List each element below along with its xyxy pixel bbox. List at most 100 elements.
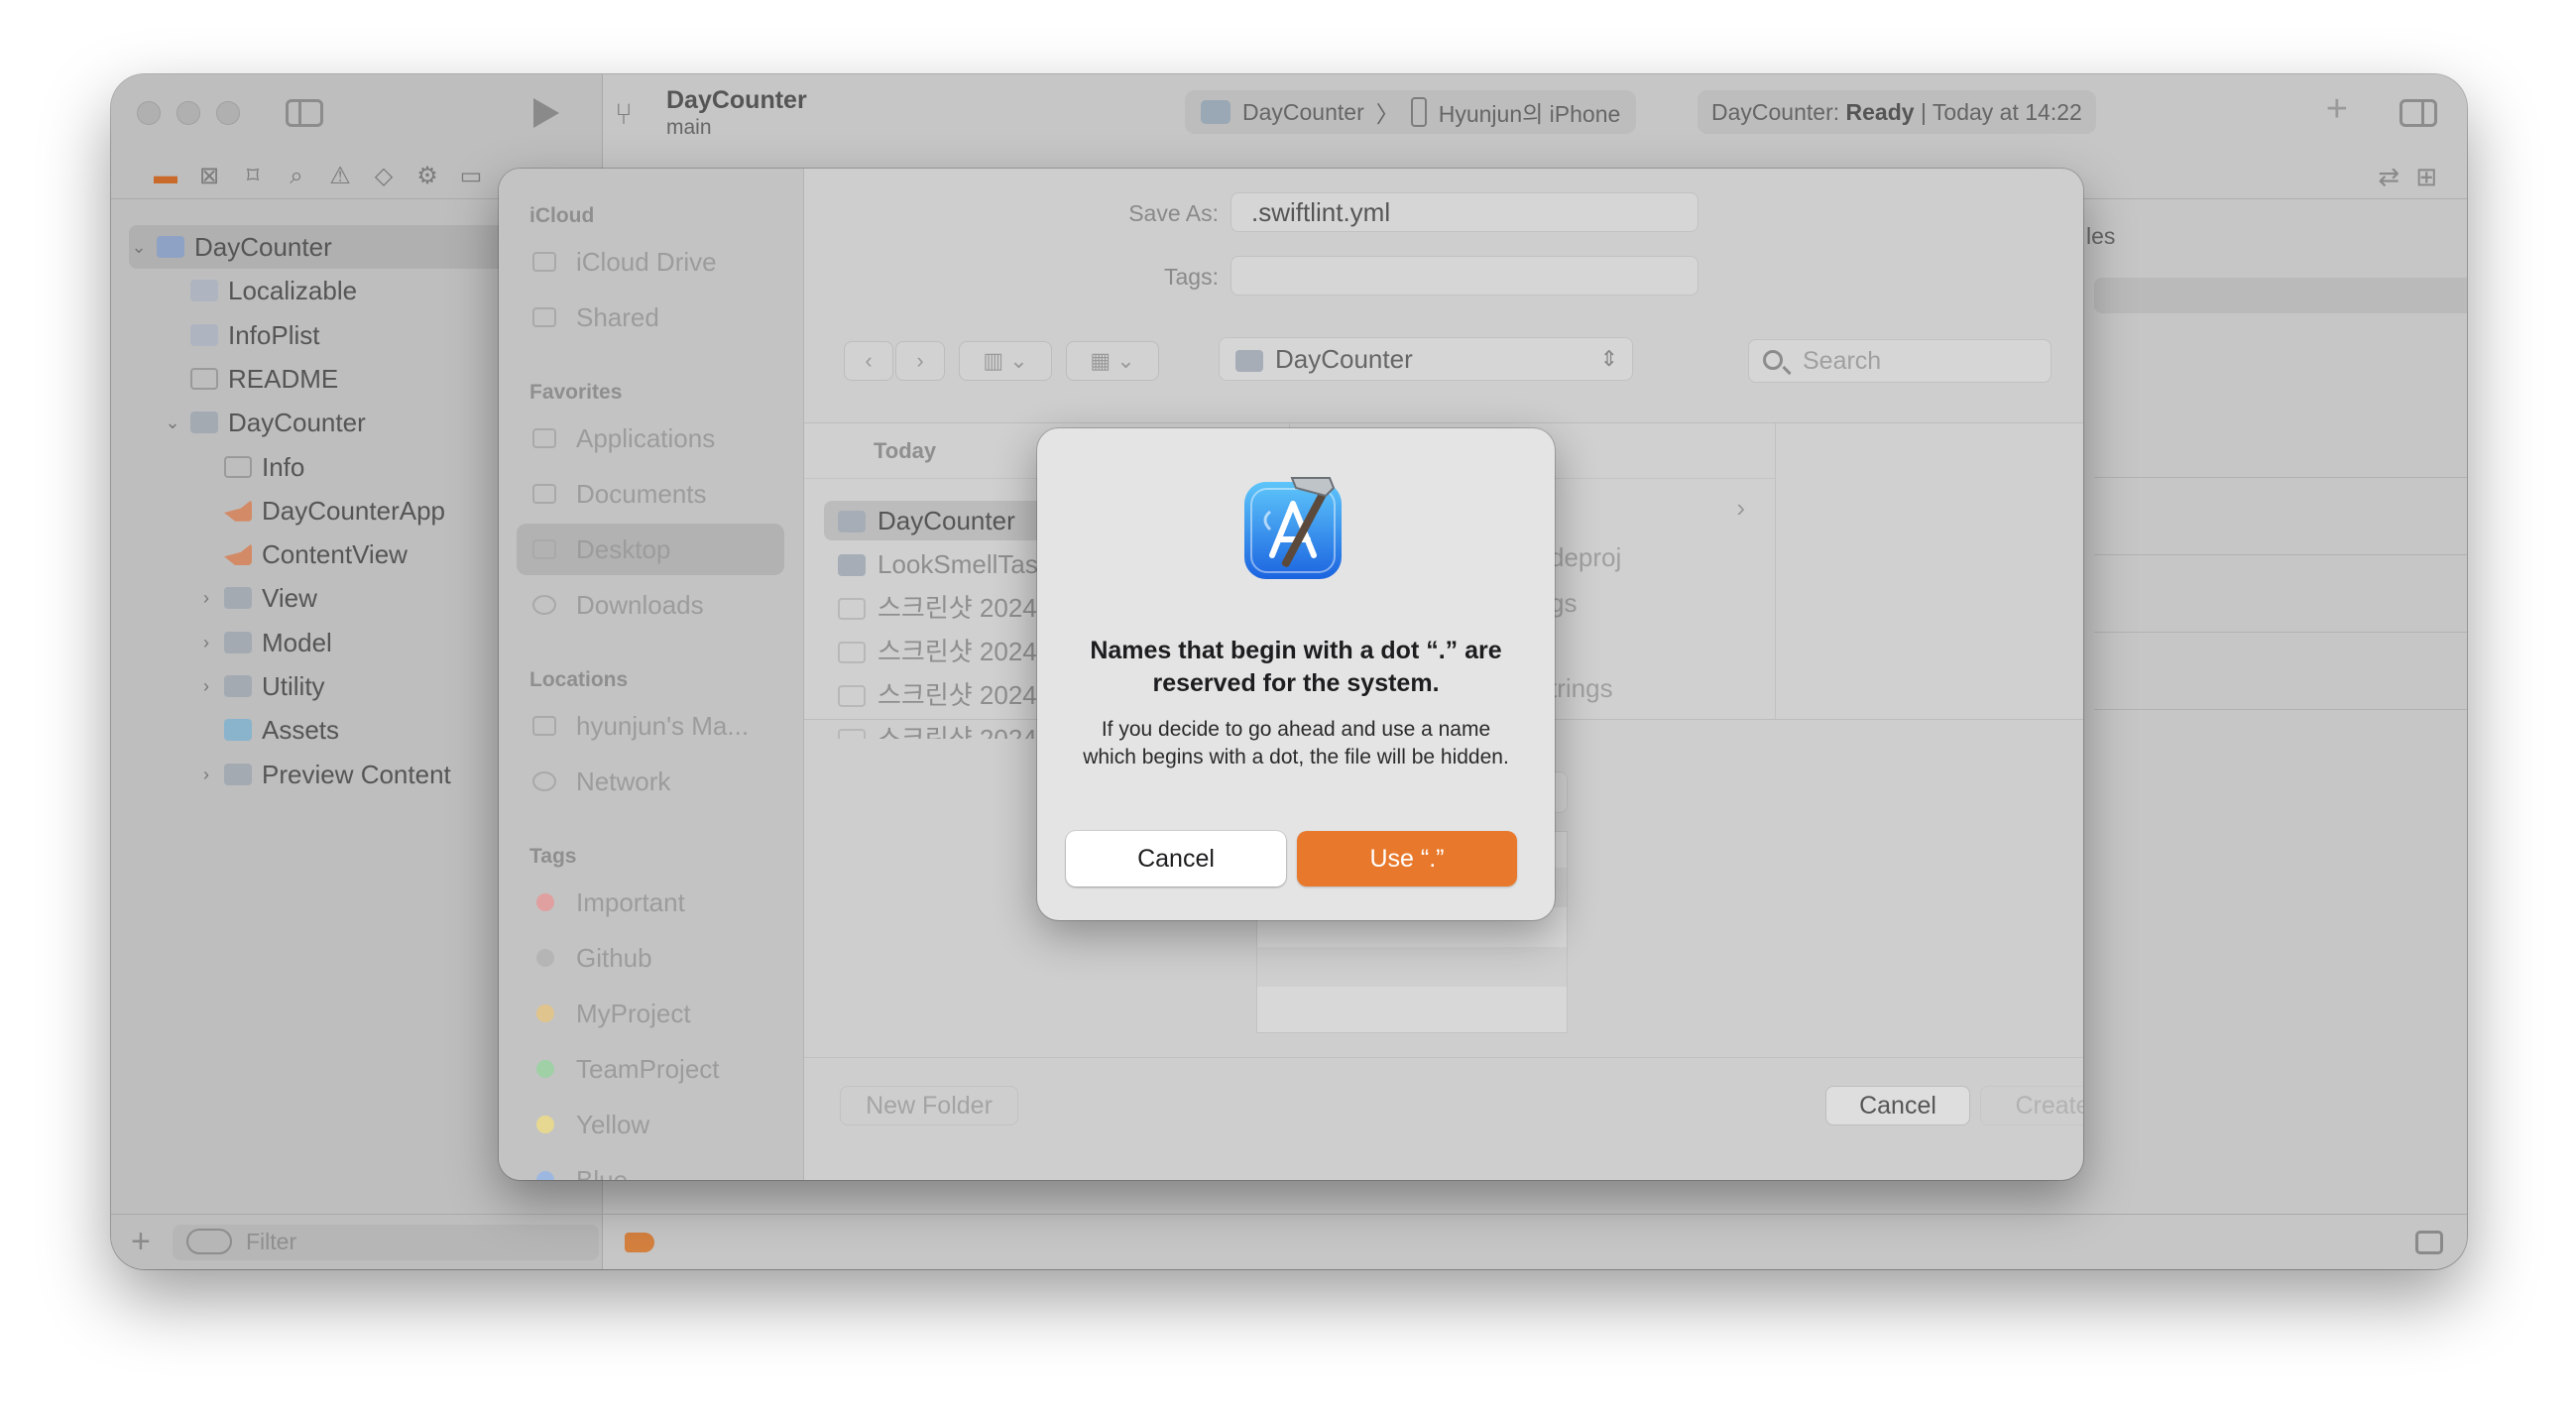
file-name: 스크린샷 2024 bbox=[878, 680, 1037, 710]
search-placeholder: Search bbox=[1803, 347, 1882, 375]
view-mode-button[interactable]: ▥ ⌄ bbox=[959, 341, 1052, 381]
back-button[interactable]: ‹ bbox=[844, 341, 893, 381]
tree-item-label: Preview Content bbox=[262, 759, 451, 789]
tag-color-dot-icon bbox=[536, 1004, 554, 1022]
search-icon[interactable]: ⌕ bbox=[282, 162, 311, 191]
chevron-right-icon[interactable]: › bbox=[196, 664, 216, 708]
tag-color-dot-icon bbox=[536, 1171, 554, 1180]
tree-item-label: README bbox=[228, 363, 339, 394]
sidebar-item-applications[interactable]: Applications bbox=[517, 413, 784, 464]
sidebar-item-documents[interactable]: Documents bbox=[517, 468, 784, 520]
alert-cancel-button[interactable]: Cancel bbox=[1066, 831, 1286, 886]
sidebar-item-computer[interactable]: hyunjun's Ma... bbox=[517, 700, 784, 752]
search-input[interactable]: Search bbox=[1748, 339, 2051, 383]
tag-color-dot-icon bbox=[536, 1116, 554, 1133]
app-icon bbox=[1201, 100, 1230, 124]
filter-input[interactable]: Filter bbox=[173, 1225, 599, 1260]
sidebar-item-label: hyunjun's Ma... bbox=[576, 711, 750, 741]
sidebar-item-network[interactable]: Network bbox=[517, 756, 784, 807]
project-name[interactable]: DayCounter bbox=[666, 86, 807, 115]
add-file-plus-icon[interactable]: + bbox=[131, 1223, 151, 1261]
tags-input[interactable] bbox=[1230, 256, 1698, 295]
sidebar-item-label: Github bbox=[576, 943, 652, 973]
use-dot-button[interactable]: Use “.” bbox=[1297, 831, 1517, 886]
tree-item-label: Info bbox=[262, 451, 305, 482]
tag-color-dot-icon bbox=[536, 1060, 554, 1078]
sidebar-item-label: Downloads bbox=[576, 590, 704, 620]
status-time: | Today at 14:22 bbox=[1914, 99, 2082, 125]
bookmark-icon[interactable]: ⌑ bbox=[238, 162, 268, 191]
location-popup[interactable]: DayCounter ⇕ bbox=[1219, 337, 1633, 381]
run-icon[interactable] bbox=[533, 98, 559, 128]
sidebar-item-tag[interactable]: Important bbox=[517, 877, 784, 928]
minimize-window-button[interactable] bbox=[176, 101, 200, 125]
chevron-right-icon: › bbox=[916, 348, 924, 373]
sidebar-item-tag[interactable]: TeamProject bbox=[517, 1043, 784, 1095]
sidebar-toggle-icon[interactable] bbox=[286, 99, 323, 127]
source-control-icon[interactable]: ⊠ bbox=[194, 162, 224, 191]
list-item[interactable] bbox=[1257, 947, 1567, 987]
sidebar-item-shared[interactable]: Shared bbox=[517, 292, 784, 343]
sidebar-item-downloads[interactable]: Downloads bbox=[517, 579, 784, 631]
folder-icon bbox=[224, 587, 252, 610]
chevron-right-icon[interactable]: › bbox=[196, 621, 216, 664]
chevron-right-icon[interactable]: › bbox=[196, 576, 216, 620]
tree-item-label: DayCounter bbox=[228, 408, 366, 438]
swap-icon[interactable]: ⇄ bbox=[2378, 162, 2400, 192]
laptop-icon bbox=[532, 716, 556, 736]
image-file-icon bbox=[838, 598, 866, 620]
sidebar-item-label: Yellow bbox=[576, 1110, 650, 1139]
chevron-right-icon: 〉 bbox=[1375, 101, 1399, 127]
inspector-toggle-icon[interactable] bbox=[2400, 99, 2437, 127]
zoom-window-button[interactable] bbox=[216, 101, 240, 125]
file-name[interactable]: deproj bbox=[1550, 542, 1621, 573]
sidebar-item-tag[interactable]: Github bbox=[517, 932, 784, 984]
debug-icon[interactable]: ⚙ bbox=[412, 162, 442, 191]
image-file-icon bbox=[838, 729, 866, 739]
file-name: 스크린샷 2024 bbox=[878, 593, 1037, 623]
folder-icon[interactable]: ▬ bbox=[151, 162, 180, 191]
forward-button[interactable]: › bbox=[895, 341, 945, 381]
new-folder-button[interactable]: New Folder bbox=[840, 1086, 1018, 1125]
swift-icon bbox=[224, 499, 252, 522]
chevron-right-icon[interactable]: › bbox=[196, 753, 216, 796]
folder-icon bbox=[190, 412, 218, 434]
project-icon bbox=[157, 236, 184, 258]
add-editor-icon[interactable]: ⊞ bbox=[2415, 162, 2437, 192]
test-icon[interactable]: ◇ bbox=[369, 162, 399, 191]
sidebar-item-label: iCloud Drive bbox=[576, 247, 717, 277]
tag-icon bbox=[625, 1233, 654, 1252]
save-as-input[interactable]: .swiftlint.yml bbox=[1230, 192, 1698, 232]
filter-options-icon[interactable] bbox=[186, 1229, 232, 1254]
chevron-down-icon[interactable]: ⌄ bbox=[129, 225, 149, 269]
library-plus-icon[interactable]: + bbox=[2326, 88, 2348, 131]
cloud-icon bbox=[532, 252, 556, 272]
sidebar-item-icloud-drive[interactable]: iCloud Drive bbox=[517, 236, 784, 288]
status-state: Ready bbox=[1845, 99, 1915, 125]
sidebar-item-desktop[interactable]: Desktop bbox=[517, 524, 784, 575]
applications-icon bbox=[532, 428, 556, 448]
debug-bar bbox=[603, 1214, 2467, 1269]
sidebar-item-tag[interactable]: MyProject bbox=[517, 988, 784, 1039]
breakpoint-icon[interactable]: ▭ bbox=[456, 162, 486, 191]
file-name[interactable]: trings bbox=[1550, 673, 1613, 704]
scheme-device-label: Hyunjun의 iPhone bbox=[1438, 101, 1621, 127]
sidebar-item-tag[interactable]: Yellow bbox=[517, 1099, 784, 1150]
list-item bbox=[2094, 477, 2467, 554]
sidebar-item-label: Applications bbox=[576, 423, 716, 453]
close-window-button[interactable] bbox=[137, 101, 161, 125]
reserved-name-alert: Names that begin with a dot “.” are rese… bbox=[1037, 428, 1555, 920]
sidebar-item-tag[interactable]: Blue bbox=[517, 1154, 784, 1180]
xcode-app-icon bbox=[1244, 477, 1342, 579]
debug-area-toggle-icon[interactable] bbox=[2415, 1231, 2443, 1254]
tree-item-label: Utility bbox=[262, 671, 325, 701]
tree-item-label: Assets bbox=[262, 715, 340, 746]
scheme-selector[interactable]: DayCounter 〉 Hyunjun의 iPhone bbox=[1185, 90, 1637, 134]
tree-item-label: View bbox=[262, 583, 317, 614]
folder-icon bbox=[224, 631, 252, 653]
warning-icon[interactable]: ⚠ bbox=[325, 162, 355, 191]
group-by-button[interactable]: ▦ ⌄ bbox=[1066, 341, 1159, 381]
chevron-down-icon[interactable]: ⌄ bbox=[163, 401, 182, 444]
cancel-button[interactable]: Cancel bbox=[1825, 1086, 1970, 1125]
create-button[interactable]: Create bbox=[1980, 1086, 2083, 1125]
